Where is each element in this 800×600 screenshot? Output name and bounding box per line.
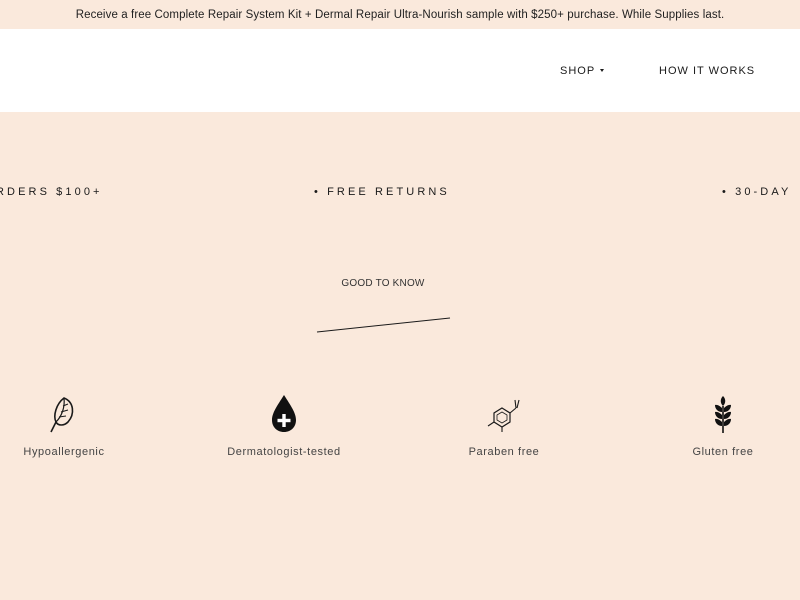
feature-hypoallergenic: Hypoallergenic	[0, 392, 139, 458]
nav-how-it-works-link[interactable]: HOW IT WORKS	[659, 65, 755, 77]
leaf-icon	[50, 397, 74, 433]
nav-shop-label: SHOP	[560, 65, 596, 77]
marquee-item-free-shipping: RDERS $100+	[0, 186, 103, 198]
site-header: SHOP HOW IT WORKS	[0, 29, 800, 112]
announcement-text: Receive a free Complete Repair System Ki…	[75, 8, 725, 21]
feature-gluten-free: Gluten free	[648, 392, 798, 458]
molecule-icon	[487, 399, 520, 432]
marquee-item-30-day: • 30-DAY	[722, 186, 792, 198]
announcement-bar: Receive a free Complete Repair System Ki…	[0, 0, 800, 29]
feature-dermatologist-tested: Dermatologist-tested	[209, 392, 359, 458]
wheat-icon	[715, 396, 731, 433]
decorative-divider-line	[316, 317, 451, 333]
drop-plus-icon	[272, 395, 296, 432]
feature-label: Hypoallergenic	[23, 446, 105, 458]
marquee-item-free-returns: • FREE RETURNS	[314, 186, 450, 198]
features-row: Hypoallergenic Dermatologist-tested Para…	[0, 392, 800, 472]
caret-down-icon	[600, 68, 605, 72]
feature-label: Gluten free	[692, 446, 754, 458]
benefits-marquee: RDERS $100+ • FREE RETURNS • 30-DAY	[0, 112, 800, 272]
nav-shop-dropdown[interactable]: SHOP	[560, 65, 605, 77]
feature-label: Dermatologist-tested	[227, 446, 341, 458]
good-to-know-heading: GOOD TO KNOW	[341, 278, 425, 289]
feature-paraben-free: Paraben free	[429, 392, 579, 458]
feature-label: Paraben free	[468, 446, 540, 458]
